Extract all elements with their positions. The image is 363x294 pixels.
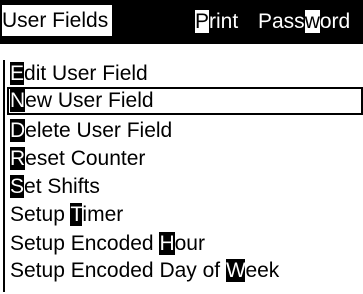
user-fields-dropdown: Edit User Field New User Field Delete Us… (3, 60, 363, 292)
menu-user-fields[interactable]: User Fields (2, 5, 113, 36)
menu-item-label: eek (245, 259, 280, 282)
menu-item-label: ew User Field (25, 89, 154, 112)
menu-bar: User Fields Print Password (0, 0, 363, 44)
menu-item-pre: Setup Encoded Day of (10, 259, 226, 282)
menu-item-label: eset Counter (25, 147, 146, 170)
menu-item-edit-user-field[interactable]: Edit User Field (7, 60, 363, 88)
menu-item-label: dit User Field (24, 62, 148, 85)
menu-password-pre: Pass (258, 10, 305, 33)
menu-item-mnemonic: H (159, 232, 175, 255)
menu-item-label: elete User Field (25, 119, 173, 142)
menu-item-set-shifts[interactable]: Set Shifts (7, 173, 363, 201)
menu-password-mnemonic: w (304, 10, 320, 33)
menu-item-reset-counter[interactable]: Reset Counter (7, 145, 363, 173)
menu-print[interactable]: Print (195, 0, 238, 44)
menu-password-label: ord (319, 10, 351, 33)
menu-password[interactable]: Password (258, 0, 350, 44)
menu-item-label: imer (82, 203, 124, 226)
menu-item-mnemonic: S (10, 175, 25, 198)
menu-item-setup-encoded-day-of-week[interactable]: Setup Encoded Day of Week (7, 257, 363, 285)
menu-item-mnemonic: T (70, 203, 83, 226)
menu-item-pre: Setup (10, 203, 71, 226)
menu-item-setup-encoded-hour[interactable]: Setup Encoded Hour (7, 230, 363, 258)
menu-item-mnemonic: R (10, 147, 26, 170)
menu-item-label: our (174, 232, 205, 255)
menu-user-fields-label: User Fields (2, 9, 109, 32)
menu-item-new-user-field[interactable]: New User Field (7, 87, 363, 115)
menu-print-label: rint (209, 10, 239, 33)
menu-item-mnemonic: D (10, 119, 26, 142)
menu-item-label: et Shifts (24, 175, 100, 198)
menu-item-mnemonic: E (10, 62, 25, 85)
menu-print-mnemonic: P (195, 10, 210, 33)
menu-item-pre: Setup Encoded (10, 232, 160, 255)
menu-item-setup-timer[interactable]: Setup Timer (7, 201, 363, 229)
menu-item-mnemonic: N (10, 89, 26, 112)
menu-item-mnemonic: W (225, 259, 246, 282)
menu-item-delete-user-field[interactable]: Delete User Field (7, 117, 363, 145)
